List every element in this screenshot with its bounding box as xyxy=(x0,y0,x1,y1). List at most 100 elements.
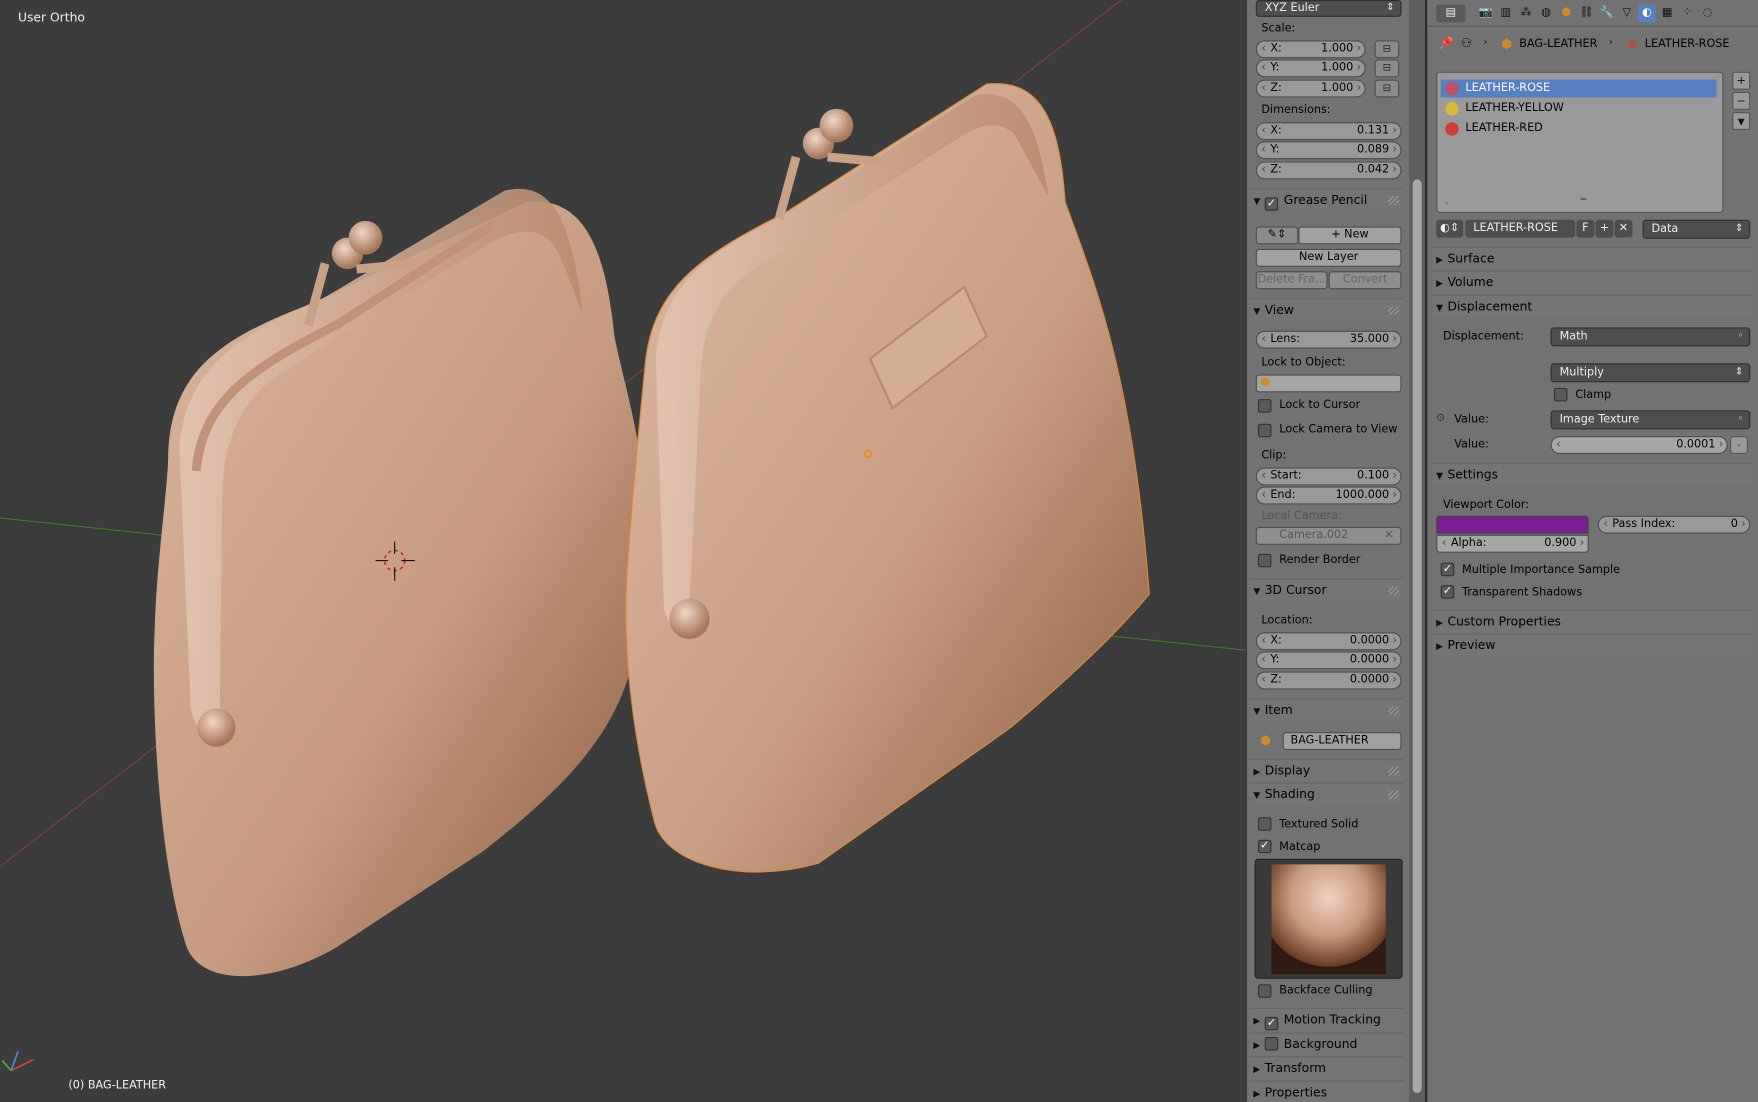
close-icon[interactable]: ✕ xyxy=(1384,528,1393,544)
material-name-field[interactable]: LEATHER-ROSE xyxy=(1465,219,1576,238)
drag-grip-icon[interactable] xyxy=(1388,790,1400,800)
material-slot[interactable]: LEATHER-RED xyxy=(1441,120,1717,138)
material-browse-icon[interactable]: ◐⇕ xyxy=(1436,219,1464,238)
dim-y-field[interactable]: Y: 0.089 xyxy=(1255,141,1402,160)
alpha-field[interactable]: Alpha: 0.900 xyxy=(1436,534,1589,553)
clip-start-field[interactable]: Start: 0.100 xyxy=(1255,467,1402,486)
clamp-checkbox[interactable] xyxy=(1553,387,1568,402)
particles-icon[interactable]: ⁘ xyxy=(1678,4,1696,22)
value2-field[interactable]: 0.0001 xyxy=(1550,436,1728,455)
3d-viewport[interactable]: User Ortho (0) BAG-LEATHER xyxy=(0,0,1246,1102)
local-camera-field[interactable]: Camera.002 ✕ xyxy=(1255,526,1402,545)
link-select[interactable]: Data ⇕ xyxy=(1642,219,1751,239)
background-images-checkbox[interactable] xyxy=(1264,1037,1279,1051)
math-operation-select[interactable]: Multiply ⇕ xyxy=(1550,363,1751,383)
lock-to-cursor-checkbox[interactable] xyxy=(1257,399,1272,413)
physics-icon[interactable]: ◌ xyxy=(1699,4,1717,22)
matcap-checkbox[interactable]: ✓ xyxy=(1257,839,1272,854)
volume-panel-header[interactable]: ▶ Volume xyxy=(1431,270,1754,293)
lens-field[interactable]: Lens: 35.000 xyxy=(1255,330,1402,349)
texture-icon[interactable]: ▦ xyxy=(1658,4,1676,22)
viewport-color-swatch[interactable] xyxy=(1436,515,1589,534)
value-input-select[interactable]: Image Texture ◦ xyxy=(1550,410,1751,430)
sidebar-scrollbar[interactable] xyxy=(1409,0,1426,1102)
motion-tracking-panel-header[interactable]: ▶ ✓ Motion Tracking xyxy=(1249,1007,1404,1031)
lock-icon[interactable]: ⊟ xyxy=(1374,40,1400,59)
scrollbar-thumb[interactable] xyxy=(1412,179,1422,1094)
scene-icon[interactable]: ⁂ xyxy=(1517,4,1535,22)
item-panel-header[interactable]: ▼ Item xyxy=(1249,698,1404,721)
lock-camera-checkbox[interactable] xyxy=(1257,423,1272,438)
editor-type-icon[interactable]: ▤ xyxy=(1436,4,1466,23)
new-material-icon[interactable]: + xyxy=(1595,219,1614,238)
convert-button[interactable]: Convert xyxy=(1328,271,1402,290)
filter-icon[interactable]: ◦ xyxy=(1444,198,1449,208)
transparent-shadows-checkbox[interactable]: ✓ xyxy=(1440,585,1455,599)
textured-solid-checkbox[interactable] xyxy=(1257,817,1272,831)
material-slot[interactable]: LEATHER-YELLOW xyxy=(1441,100,1717,118)
backface-culling-checkbox[interactable] xyxy=(1257,984,1272,998)
material-slot[interactable]: LEATHER-ROSE xyxy=(1440,79,1717,98)
lock-icon[interactable]: ⊟ xyxy=(1374,79,1400,98)
drag-grip-icon[interactable] xyxy=(1388,586,1400,596)
background-images-panel-header[interactable]: ▶Background Images xyxy=(1249,1032,1404,1075)
new-grease-pencil-button[interactable]: + New xyxy=(1298,226,1402,245)
object-icon[interactable]: ⬢ xyxy=(1557,4,1575,22)
view-panel-header[interactable]: ▼ View xyxy=(1249,298,1404,321)
add-slot-icon[interactable]: + xyxy=(1732,71,1751,90)
mesh-data-icon[interactable]: ▽ xyxy=(1618,4,1636,22)
display-panel-header[interactable]: ▶ Display xyxy=(1249,758,1404,782)
pass-index-field[interactable]: Pass Index: 0 xyxy=(1597,515,1751,534)
constraints-icon[interactable]: ⛓ xyxy=(1578,4,1596,22)
properties-panel-header[interactable]: ▶ Properties xyxy=(1249,1080,1404,1102)
motion-tracking-checkbox[interactable]: ✓ xyxy=(1264,1016,1279,1031)
socket-icon[interactable]: ⊙ xyxy=(1436,413,1444,424)
material-icon[interactable]: ◐ xyxy=(1638,4,1657,23)
grease-pencil-checkbox[interactable]: ✓ xyxy=(1264,197,1279,211)
world-icon[interactable]: ◍ xyxy=(1537,4,1555,22)
pencil-icon[interactable]: ✎⇕ xyxy=(1255,226,1299,245)
lock-object-field[interactable]: ⬢ xyxy=(1255,374,1402,393)
pin-icon[interactable]: 📌 xyxy=(1438,36,1453,51)
new-layer-button[interactable]: New Layer xyxy=(1255,248,1402,267)
object-name-field[interactable]: BAG-LEATHER xyxy=(1282,732,1402,751)
socket-link-icon[interactable]: ◦ xyxy=(1730,436,1748,455)
scale-y-field[interactable]: Y: 1.000 xyxy=(1255,59,1366,78)
mis-checkbox[interactable]: ✓ xyxy=(1440,562,1455,577)
preview-panel-header[interactable]: ▶ Preview xyxy=(1431,633,1754,656)
drag-grip-icon[interactable] xyxy=(1388,706,1400,716)
displacement-node-select[interactable]: Math ◦ xyxy=(1550,327,1751,347)
fake-user-button[interactable]: F xyxy=(1576,219,1595,238)
3d-cursor-panel-header[interactable]: ▼ 3D Cursor xyxy=(1249,578,1404,601)
settings-panel-header[interactable]: ▼ Settings xyxy=(1431,463,1754,486)
lock-icon[interactable]: ⊟ xyxy=(1374,59,1400,78)
transform-orientations-panel-header[interactable]: ▶Transform Orientations xyxy=(1249,1056,1404,1099)
cursor-y-field[interactable]: Y: 0.0000 xyxy=(1255,651,1402,670)
resize-grip-icon[interactable]: ═ xyxy=(1581,194,1586,204)
scale-z-field[interactable]: Z: 1.000 xyxy=(1255,79,1366,98)
custom-properties-panel-header[interactable]: ▶ Custom Properties xyxy=(1431,609,1754,633)
material-slots-list[interactable]: LEATHER-ROSE LEATHER-YELLOW LEATHER-RED … xyxy=(1436,71,1724,214)
render-border-checkbox[interactable] xyxy=(1257,553,1272,568)
delete-frame-button[interactable]: Delete Fra... xyxy=(1255,271,1328,290)
matcap-preview[interactable] xyxy=(1254,858,1403,979)
render-icon[interactable]: 📷 xyxy=(1477,4,1495,22)
displacement-panel-header[interactable]: ▼ Displacement xyxy=(1431,294,1754,318)
drag-grip-icon[interactable] xyxy=(1388,196,1400,206)
drag-grip-icon[interactable] xyxy=(1388,766,1400,776)
rotation-mode-select[interactable]: XYZ Euler ⇕ xyxy=(1255,0,1402,17)
grease-pencil-panel-header[interactable]: ▼ ✓ Grease Pencil xyxy=(1249,188,1404,211)
clip-end-field[interactable]: End: 1000.000 xyxy=(1255,486,1402,505)
shading-panel-header[interactable]: ▼ Shading xyxy=(1249,782,1404,805)
cursor-x-field[interactable]: X: 0.0000 xyxy=(1255,632,1402,651)
scale-x-field[interactable]: X: 1.000 xyxy=(1255,40,1366,59)
drag-grip-icon[interactable] xyxy=(1388,306,1400,316)
slot-menu-icon[interactable]: ▼ xyxy=(1732,112,1751,131)
surface-panel-header[interactable]: ▶ Surface xyxy=(1431,246,1754,270)
cursor-z-field[interactable]: Z: 0.0000 xyxy=(1255,671,1402,690)
remove-slot-icon[interactable]: − xyxy=(1732,91,1751,110)
render-layers-icon[interactable]: ▥ xyxy=(1497,4,1515,22)
dim-x-field[interactable]: X: 0.131 xyxy=(1255,122,1402,141)
modifiers-icon[interactable]: 🔧 xyxy=(1598,4,1616,22)
unlink-material-icon[interactable]: ✕ xyxy=(1614,219,1633,238)
